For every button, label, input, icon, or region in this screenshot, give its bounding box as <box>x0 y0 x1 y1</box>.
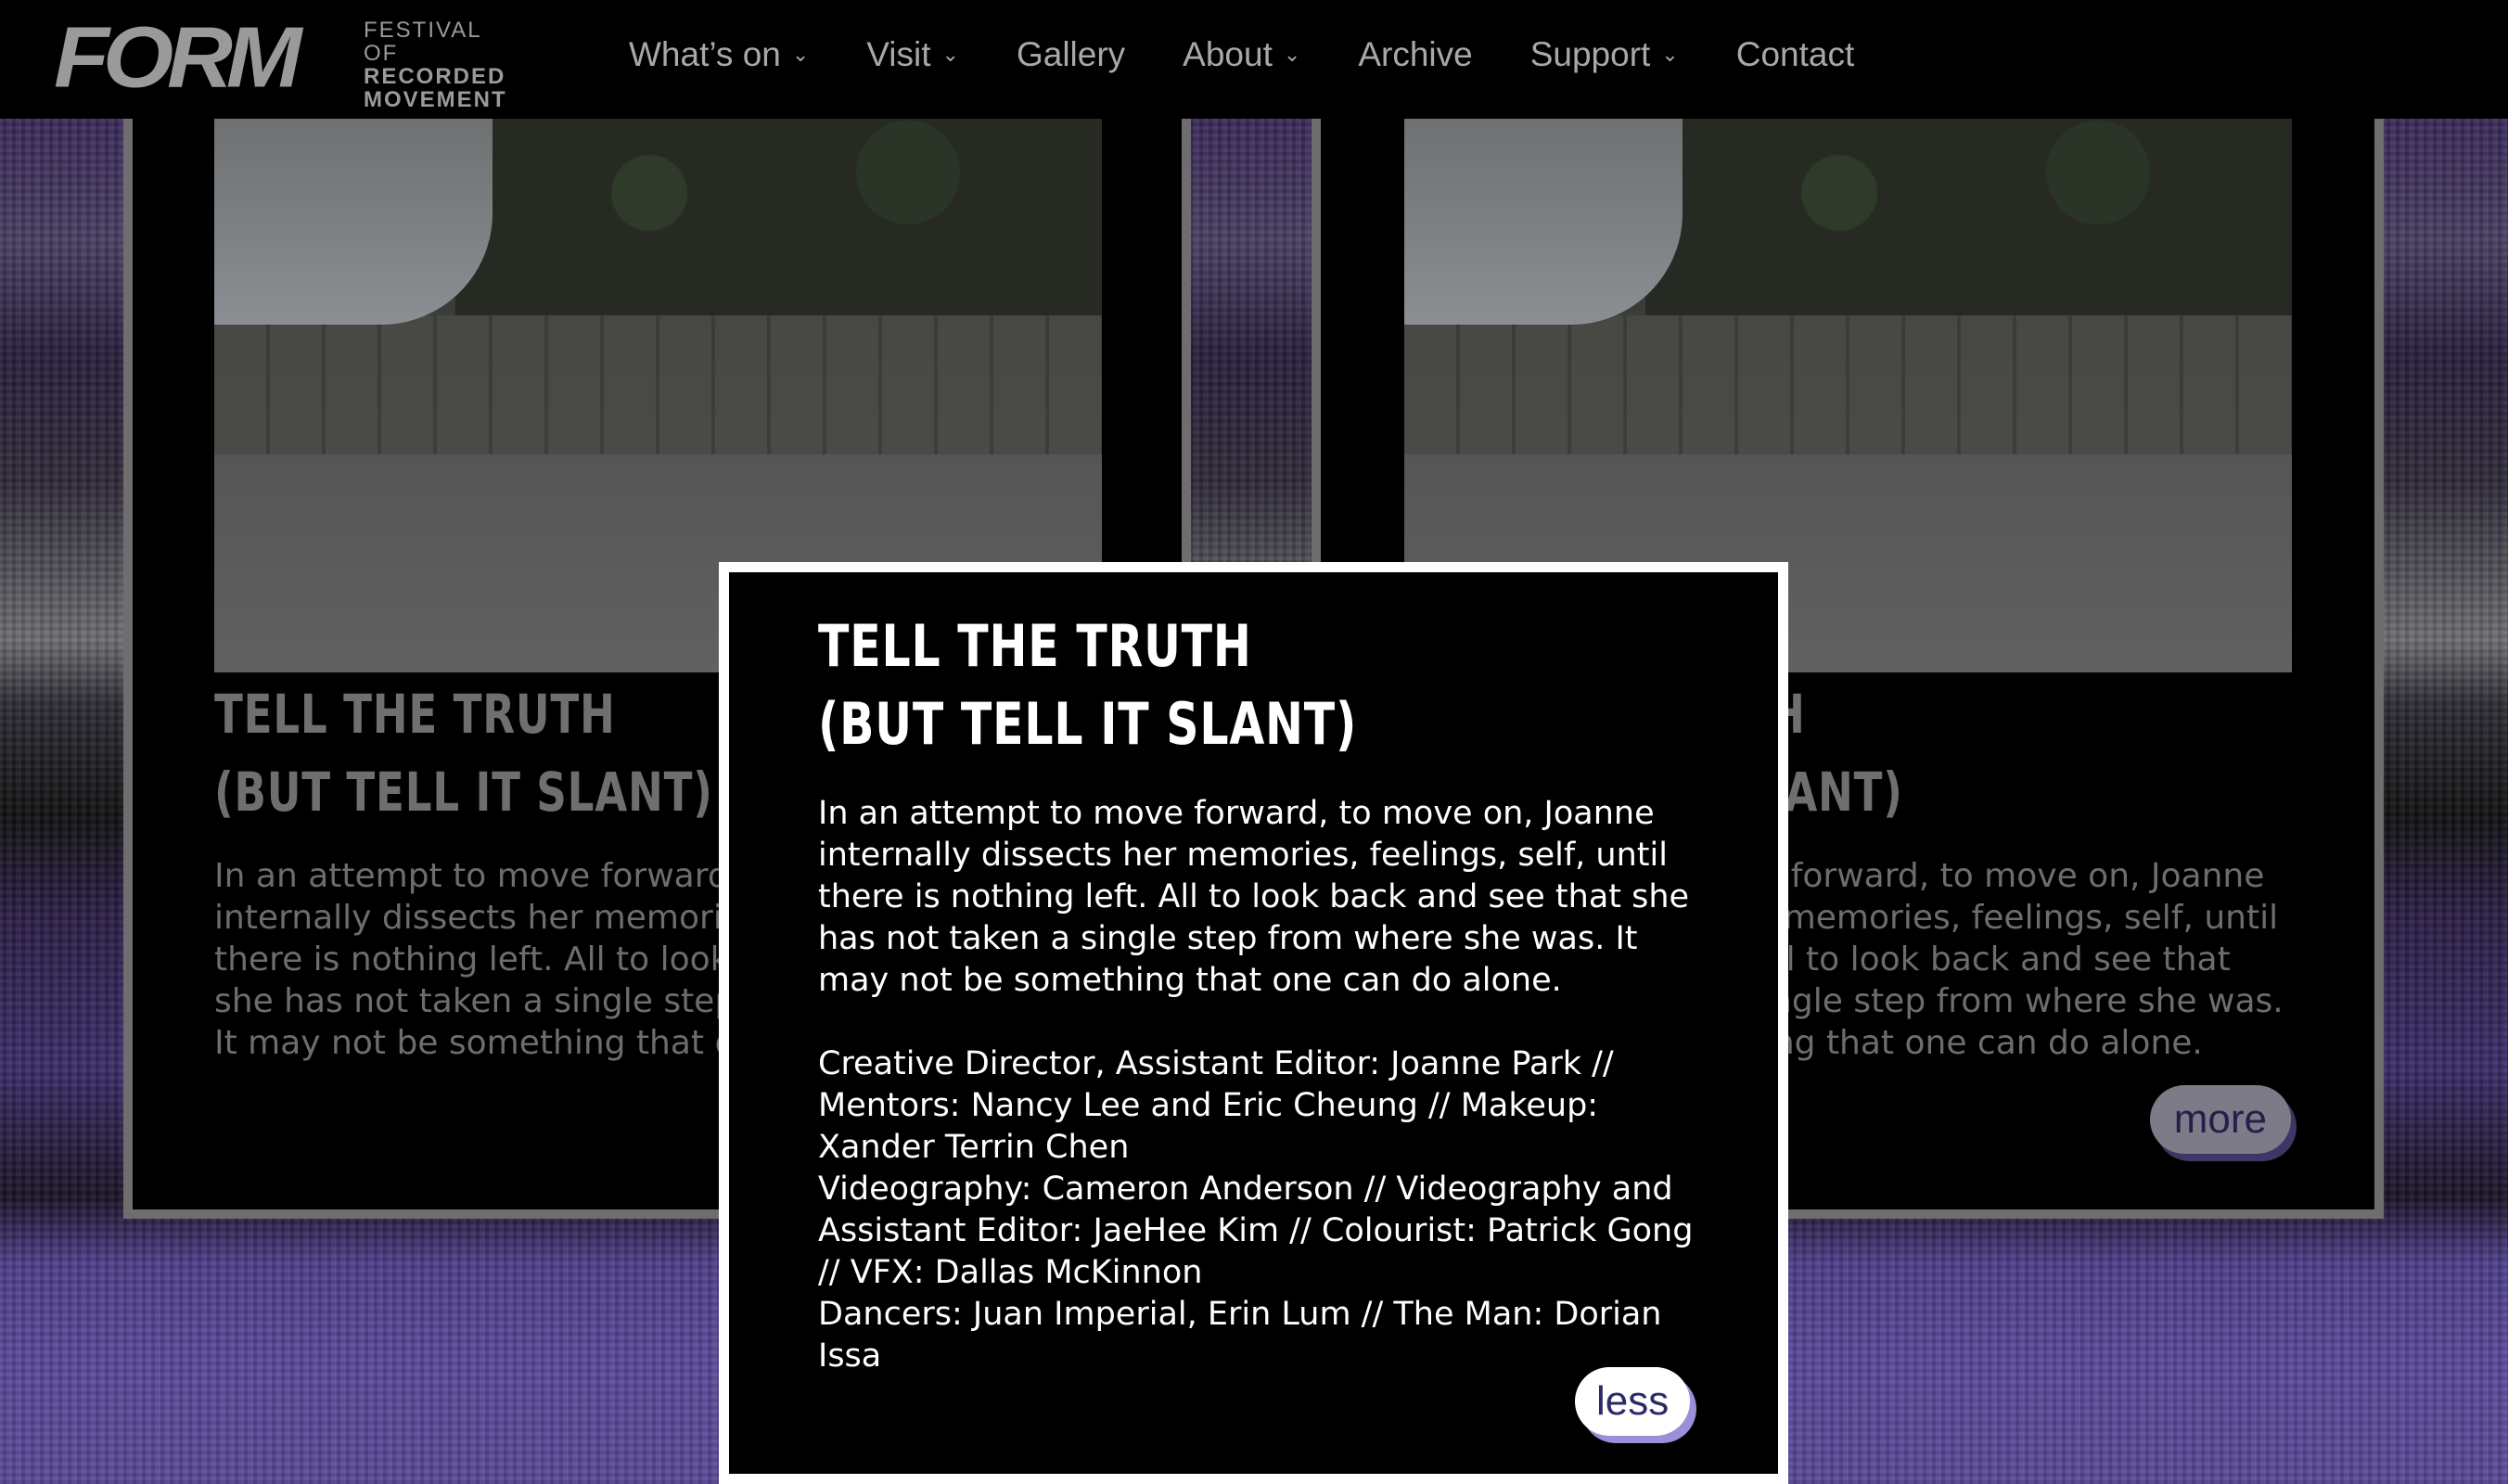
nav-label: Archive <box>1358 35 1473 73</box>
chevron-down-icon: ⌄ <box>1661 43 1679 66</box>
credit-line: Videography: Cameron Anderson // Videogr… <box>818 1171 1694 1291</box>
site-header: FORM FESTIVAL OF RECORDED MOVEMENT What’… <box>0 0 2508 119</box>
credits: Creative Director, Assistant Editor: Joa… <box>818 1043 1708 1377</box>
nav-item-contact[interactable]: Contact <box>1736 35 1855 74</box>
less-button[interactable]: less <box>1575 1367 1691 1436</box>
photo-person <box>1404 111 1683 325</box>
modal-description: In an attempt to move forward, to move o… <box>818 795 1690 999</box>
logo-subtitle-line-3: MOVEMENT <box>364 87 507 112</box>
nav-label: Support <box>1529 35 1651 73</box>
photo-wall <box>1404 315 2292 454</box>
modal-body: In an attempt to move forward, to move o… <box>818 793 1708 1377</box>
modal-title: TELL THE TRUTH (BUT TELL IT SLANT) <box>818 608 1357 763</box>
nav-item-whats-on[interactable]: What’s on ⌄ <box>629 35 809 74</box>
logo-subtitle: FESTIVAL OF RECORDED MOVEMENT <box>364 19 512 111</box>
card-title: TELL THE TRUTH (BUT TELL IT SLANT) <box>214 675 713 831</box>
credit-line: Creative Director, Assistant Editor: Joa… <box>818 1045 1614 1166</box>
nav-item-archive[interactable]: Archive <box>1358 35 1472 74</box>
modal-title-line-1: TELL THE TRUTH <box>818 612 1252 680</box>
main-nav: What’s on ⌄ Visit ⌄ Gallery About ⌄ Arch… <box>629 0 1912 109</box>
card-title-line-1: TELL THE TRUTH <box>214 683 616 746</box>
photo-foliage <box>455 111 1102 315</box>
logo-wordmark: FORM <box>54 7 301 106</box>
photo-person <box>214 111 493 325</box>
chevron-down-icon: ⌄ <box>941 43 959 66</box>
more-button[interactable]: more <box>2149 1085 2291 1154</box>
credit-line: Dancers: Juan Imperial, Erin Lum // The … <box>818 1296 1662 1375</box>
nav-label: What’s on <box>629 35 781 73</box>
logo-subtitle-line-1: FESTIVAL OF <box>364 18 481 66</box>
card-title-line-2: (BUT TELL IT SLANT) <box>214 761 713 824</box>
event-details-modal: TELL THE TRUTH (BUT TELL IT SLANT) In an… <box>719 562 1788 1484</box>
nav-item-about[interactable]: About ⌄ <box>1183 35 1300 74</box>
modal-title-line-2: (BUT TELL IT SLANT) <box>818 690 1358 758</box>
nav-label: Visit <box>866 35 931 73</box>
nav-item-visit[interactable]: Visit ⌄ <box>866 35 959 74</box>
chevron-down-icon: ⌄ <box>1283 43 1301 66</box>
photo-wall <box>214 315 1102 454</box>
nav-label: Gallery <box>1016 35 1126 73</box>
photo-foliage <box>1645 111 2292 315</box>
chevron-down-icon: ⌄ <box>791 43 810 66</box>
nav-label: Contact <box>1735 35 1855 73</box>
nav-item-gallery[interactable]: Gallery <box>1017 35 1125 74</box>
nav-item-support[interactable]: Support ⌄ <box>1530 35 1679 74</box>
nav-label: About <box>1183 35 1273 73</box>
logo-subtitle-line-2: RECORDED <box>364 64 506 89</box>
